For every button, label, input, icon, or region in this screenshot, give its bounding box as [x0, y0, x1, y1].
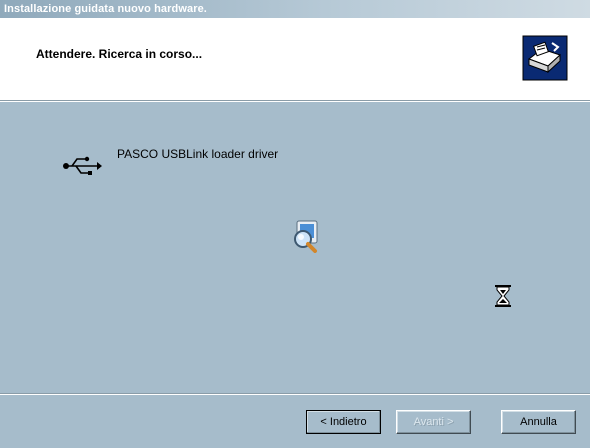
header-divider-highlight [0, 101, 590, 102]
device-name: PASCO USBLink loader driver [117, 147, 279, 161]
next-button[interactable]: Avanti > [396, 410, 471, 434]
search-magnifier-icon [294, 220, 318, 253]
usb-icon [63, 156, 102, 175]
header-left-margin [0, 18, 13, 100]
wizard-window: Installazione guidata nuovo hardware. At… [0, 0, 590, 448]
title-bar[interactable]: Installazione guidata nuovo hardware. [0, 0, 590, 18]
back-button[interactable]: < Indietro [306, 410, 381, 434]
footer-divider-highlight [0, 394, 590, 395]
hourglass-icon [495, 285, 511, 307]
cancel-button[interactable]: Annulla [501, 410, 576, 434]
page-title: Attendere. Ricerca in corso... [36, 47, 203, 61]
window-title: Installazione guidata nuovo hardware. [4, 3, 207, 15]
hardware-wizard-icon [522, 35, 568, 81]
wizard-header: Attendere. Ricerca in corso... [13, 18, 590, 100]
